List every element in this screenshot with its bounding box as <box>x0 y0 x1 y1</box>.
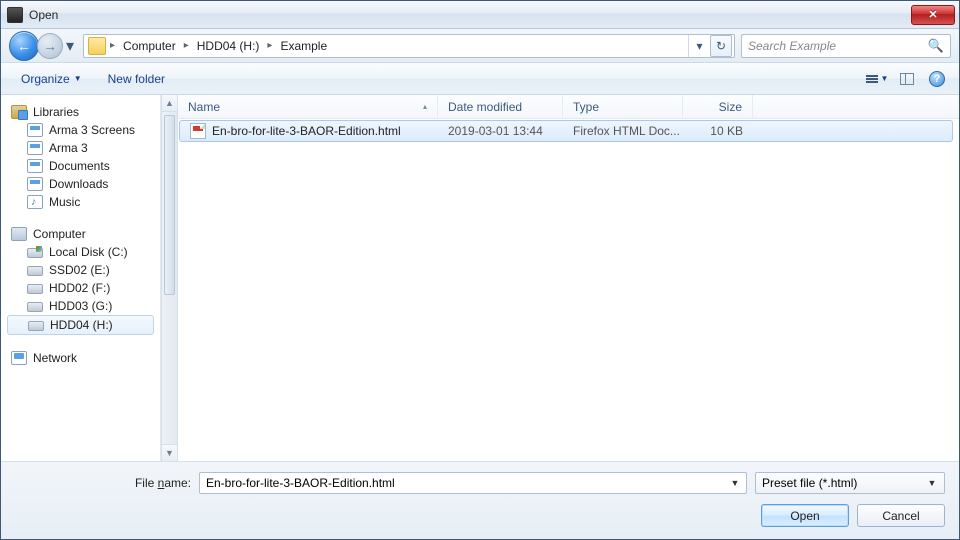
search-placeholder: Search Example <box>748 39 836 53</box>
arrow-left-icon: ← <box>17 39 31 53</box>
nav-forward-button[interactable]: → <box>37 33 63 59</box>
disk-icon <box>27 248 43 258</box>
breadcrumb-seg-computer[interactable]: Computer <box>117 35 182 57</box>
breadcrumb-seg-folder[interactable]: Example <box>274 35 333 57</box>
file-list-pane: Name▴ Date modified Type Size En-bro-for… <box>178 95 959 461</box>
tree-libraries[interactable]: Libraries <box>7 103 160 121</box>
file-size: 10 KB <box>683 124 753 138</box>
help-button[interactable]: ? <box>925 68 949 90</box>
library-icon <box>27 159 43 173</box>
chevron-down-icon[interactable]: ▼ <box>925 468 939 498</box>
network-icon <box>11 351 27 365</box>
organize-button[interactable]: Organize▼ <box>11 69 92 89</box>
breadcrumb-seg-drive[interactable]: HDD04 (H:) <box>191 35 266 57</box>
tree-item[interactable]: HDD03 (G:) <box>7 297 160 315</box>
library-icon <box>27 177 43 191</box>
cancel-button[interactable]: Cancel <box>857 504 945 527</box>
open-button[interactable]: Open <box>761 504 849 527</box>
col-type[interactable]: Type <box>563 95 683 118</box>
views-button[interactable]: ▼ <box>865 68 889 90</box>
search-icon: 🔍 <box>928 38 944 54</box>
music-icon <box>27 195 43 209</box>
chevron-down-icon[interactable]: ▼ <box>728 468 742 498</box>
file-date: 2019-03-01 13:44 <box>438 124 563 138</box>
tree-item[interactable]: Arma 3 <box>7 139 160 157</box>
disk-icon <box>27 302 43 312</box>
window-title: Open <box>29 8 58 22</box>
tree-network[interactable]: Network <box>7 349 160 367</box>
close-button[interactable]: ✕ <box>911 5 955 25</box>
breadcrumb-dropdown[interactable]: ▾ <box>688 35 710 57</box>
chevron-right-icon: ▸ <box>182 40 191 51</box>
filename-row: File name: En-bro-for-lite-3-BAOR-Editio… <box>15 472 945 494</box>
refresh-button[interactable]: ↻ <box>710 35 732 57</box>
library-icon <box>27 123 43 137</box>
scroll-up-icon[interactable]: ▲ <box>162 95 177 112</box>
app-icon <box>7 7 23 23</box>
tree-item[interactable]: SSD02 (E:) <box>7 261 160 279</box>
open-dialog: Open ✕ ← → ▾ ▸ Computer ▸ HDD04 (H:) ▸ E… <box>0 0 960 540</box>
nav-history-dropdown[interactable]: ▾ <box>63 31 77 61</box>
filename-input[interactable]: En-bro-for-lite-3-BAOR-Edition.html▼ <box>199 472 747 494</box>
views-icon <box>866 75 878 83</box>
nav-back-button[interactable]: ← <box>9 31 39 61</box>
tree-item[interactable]: Music <box>7 193 160 211</box>
folder-icon <box>88 37 106 55</box>
sort-asc-icon: ▴ <box>423 102 427 111</box>
file-type-filter[interactable]: Preset file (*.html)▼ <box>755 472 945 494</box>
scroll-thumb[interactable] <box>164 115 175 295</box>
tree-item-selected[interactable]: HDD04 (H:) <box>7 315 154 335</box>
tree-item[interactable]: Arma 3 Screens <box>7 121 160 139</box>
preview-pane-button[interactable] <box>895 68 919 90</box>
chevron-down-icon: ▼ <box>74 74 82 83</box>
footer: File name: En-bro-for-lite-3-BAOR-Editio… <box>1 461 959 539</box>
library-icon <box>27 141 43 155</box>
tree-computer[interactable]: Computer <box>7 225 160 243</box>
col-size[interactable]: Size <box>683 95 753 118</box>
libraries-icon <box>11 105 27 119</box>
scroll-down-icon[interactable]: ▼ <box>162 444 177 461</box>
column-headers: Name▴ Date modified Type Size <box>178 95 959 119</box>
navigation-pane: Libraries Arma 3 Screens Arma 3 Document… <box>1 95 161 461</box>
disk-icon <box>28 321 44 331</box>
disk-icon <box>27 284 43 294</box>
computer-icon <box>11 227 27 241</box>
tree-item[interactable]: HDD02 (F:) <box>7 279 160 297</box>
file-name: En-bro-for-lite-3-BAOR-Edition.html <box>212 124 401 138</box>
file-row[interactable]: En-bro-for-lite-3-BAOR-Edition.html 2019… <box>179 120 953 142</box>
pane-icon <box>900 73 914 85</box>
chevron-right-icon: ▸ <box>108 40 117 51</box>
tree-item[interactable]: Local Disk (C:) <box>7 243 160 261</box>
help-icon: ? <box>929 71 945 87</box>
button-row: Open Cancel <box>15 504 945 527</box>
nav-row: ← → ▾ ▸ Computer ▸ HDD04 (H:) ▸ Example … <box>1 29 959 63</box>
breadcrumb[interactable]: ▸ Computer ▸ HDD04 (H:) ▸ Example ▾ ↻ <box>83 34 735 58</box>
new-folder-button[interactable]: New folder <box>98 69 175 89</box>
col-name[interactable]: Name▴ <box>178 95 438 118</box>
file-type: Firefox HTML Doc... <box>563 124 683 138</box>
tree-item[interactable]: Documents <box>7 157 160 175</box>
chevron-right-icon: ▸ <box>265 40 274 51</box>
html-file-icon <box>190 123 206 139</box>
search-input[interactable]: Search Example 🔍 <box>741 34 951 58</box>
toolbar: Organize▼ New folder ▼ ? <box>1 63 959 95</box>
col-date[interactable]: Date modified <box>438 95 563 118</box>
body: Libraries Arma 3 Screens Arma 3 Document… <box>1 95 959 461</box>
titlebar: Open ✕ <box>1 1 959 29</box>
disk-icon <box>27 266 43 276</box>
filename-label: File name: <box>15 476 191 490</box>
nav-scrollbar[interactable]: ▲ ▼ <box>161 95 178 461</box>
arrow-right-icon: → <box>43 39 57 53</box>
tree-item[interactable]: Downloads <box>7 175 160 193</box>
chevron-down-icon: ▼ <box>881 74 889 83</box>
